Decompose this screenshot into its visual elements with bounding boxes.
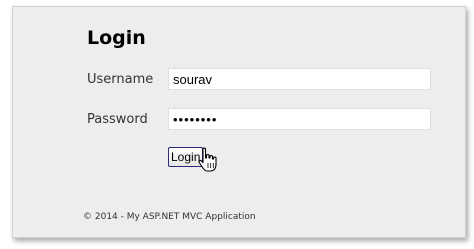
page-title: Login — [87, 27, 146, 49]
login-page: Login Username Password Login © 2014 - M… — [12, 6, 466, 238]
footer-copyright: © 2014 - My ASP.NET MVC Application — [83, 212, 256, 222]
username-field[interactable] — [168, 68, 431, 90]
username-label: Username — [87, 72, 154, 87]
password-field[interactable] — [168, 108, 431, 130]
password-label: Password — [87, 112, 148, 127]
hand-pointer-icon — [198, 147, 217, 172]
